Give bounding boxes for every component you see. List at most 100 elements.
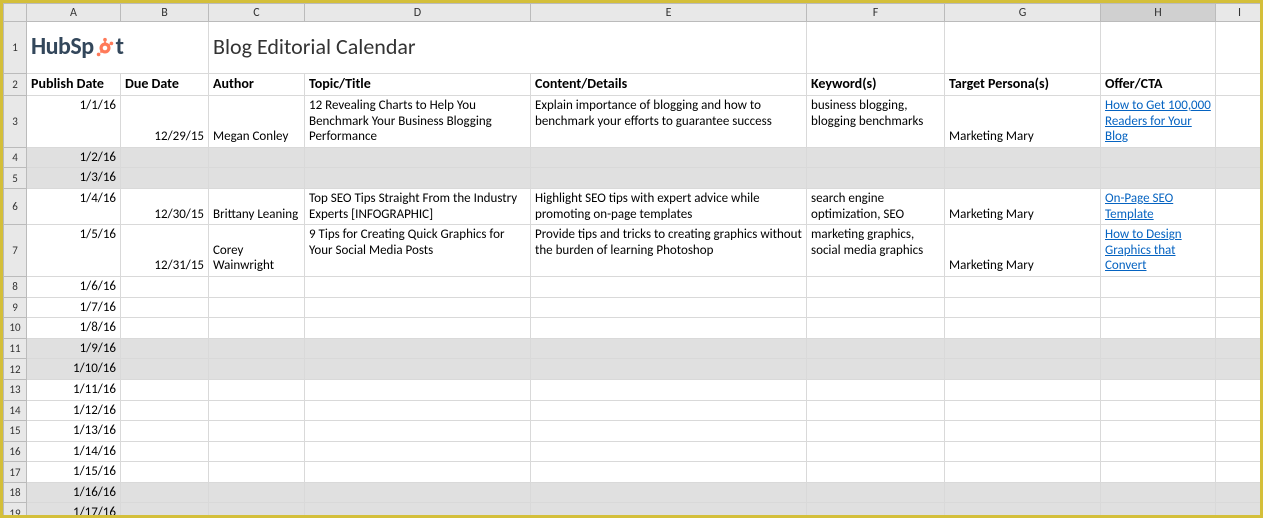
cell-g9[interactable] (945, 297, 1101, 318)
cell-f13[interactable] (807, 379, 945, 400)
cell-e7[interactable]: Provide tips and tricks to creating grap… (531, 225, 807, 277)
cell-f16[interactable] (807, 441, 945, 462)
header-due-date[interactable]: Due Date (121, 74, 209, 96)
col-header-i[interactable]: I (1216, 4, 1263, 22)
cell-h13[interactable] (1101, 379, 1216, 400)
row-header-9[interactable]: 9 (4, 297, 27, 318)
header-content[interactable]: Content/Details (531, 74, 807, 96)
header-topic[interactable]: Topic/Title (305, 74, 531, 96)
cell-f5[interactable] (807, 168, 945, 189)
col-header-a[interactable]: A (27, 4, 121, 22)
cell-c3[interactable]: Megan Conley (209, 96, 305, 148)
cell-i12[interactable] (1216, 359, 1263, 380)
cell-d11[interactable] (305, 338, 531, 359)
cell-h6[interactable]: On-Page SEO Template (1101, 188, 1216, 224)
cell-i18[interactable] (1216, 482, 1263, 503)
cell-i15[interactable] (1216, 421, 1263, 442)
cell-d10[interactable] (305, 318, 531, 339)
cell-g4[interactable] (945, 147, 1101, 168)
cell-c16[interactable] (209, 441, 305, 462)
row-header-1[interactable]: 1 (4, 22, 27, 74)
cell-b5[interactable] (121, 168, 209, 189)
cell-g16[interactable] (945, 441, 1101, 462)
row-header-14[interactable]: 14 (4, 400, 27, 421)
cell-g7[interactable]: Marketing Mary (945, 225, 1101, 277)
row-header-8[interactable]: 8 (4, 276, 27, 297)
cell-f15[interactable] (807, 421, 945, 442)
cell-h14[interactable] (1101, 400, 1216, 421)
cell-h17[interactable] (1101, 462, 1216, 483)
cell-d16[interactable] (305, 441, 531, 462)
cell-f3[interactable]: business blogging, blogging benchmarks (807, 96, 945, 148)
cell-a8[interactable]: 1/6/16 (27, 276, 121, 297)
cell-e10[interactable] (531, 318, 807, 339)
cell-h3[interactable]: How to Get 100,000 Readers for Your Blog (1101, 96, 1216, 148)
cell-h16[interactable] (1101, 441, 1216, 462)
col-header-f[interactable]: F (807, 4, 945, 22)
cell-a15[interactable]: 1/13/16 (27, 421, 121, 442)
cell-c17[interactable] (209, 462, 305, 483)
cell-c9[interactable] (209, 297, 305, 318)
cell-d13[interactable] (305, 379, 531, 400)
cell-a12[interactable]: 1/10/16 (27, 359, 121, 380)
cell-f10[interactable] (807, 318, 945, 339)
cell-d12[interactable] (305, 359, 531, 380)
row-header-16[interactable]: 16 (4, 441, 27, 462)
cell-h11[interactable] (1101, 338, 1216, 359)
cell-a3[interactable]: 1/1/16 (27, 96, 121, 148)
cell-i2[interactable] (1216, 74, 1263, 96)
cell-b9[interactable] (121, 297, 209, 318)
cell-d18[interactable] (305, 482, 531, 503)
cell-e19[interactable] (531, 503, 807, 518)
cell-c18[interactable] (209, 482, 305, 503)
cell-c8[interactable] (209, 276, 305, 297)
cell-d15[interactable] (305, 421, 531, 442)
cell-f19[interactable] (807, 503, 945, 518)
header-keywords[interactable]: Keyword(s) (807, 74, 945, 96)
cell-g13[interactable] (945, 379, 1101, 400)
cell-b15[interactable] (121, 421, 209, 442)
cell-f6[interactable]: search engine optimization, SEO (807, 188, 945, 224)
row-header-13[interactable]: 13 (4, 379, 27, 400)
cell-h19[interactable] (1101, 503, 1216, 518)
cell-c11[interactable] (209, 338, 305, 359)
cell-e13[interactable] (531, 379, 807, 400)
cell-b7[interactable]: 12/31/15 (121, 225, 209, 277)
cell-f18[interactable] (807, 482, 945, 503)
cell-c6[interactable]: Brittany Leaning (209, 188, 305, 224)
cell-a6[interactable]: 1/4/16 (27, 188, 121, 224)
cell-f9[interactable] (807, 297, 945, 318)
cell-e12[interactable] (531, 359, 807, 380)
cell-b18[interactable] (121, 482, 209, 503)
cell-b16[interactable] (121, 441, 209, 462)
cell-i8[interactable] (1216, 276, 1263, 297)
cell-i17[interactable] (1216, 462, 1263, 483)
cell-a11[interactable]: 1/9/16 (27, 338, 121, 359)
cell-d4[interactable] (305, 147, 531, 168)
offer-link[interactable]: How to Get 100,000 Readers for Your Blog (1105, 98, 1211, 144)
col-header-g[interactable]: G (945, 4, 1101, 22)
cell-c13[interactable] (209, 379, 305, 400)
col-header-b[interactable]: B (121, 4, 209, 22)
cell-e4[interactable] (531, 147, 807, 168)
cell-i3[interactable] (1216, 96, 1263, 148)
cell-g14[interactable] (945, 400, 1101, 421)
cell-a16[interactable]: 1/14/16 (27, 441, 121, 462)
cell-g11[interactable] (945, 338, 1101, 359)
cell-e3[interactable]: Explain importance of blogging and how t… (531, 96, 807, 148)
cell-h7[interactable]: How to Design Graphics that Convert (1101, 225, 1216, 277)
cell-a17[interactable]: 1/15/16 (27, 462, 121, 483)
cell-i16[interactable] (1216, 441, 1263, 462)
col-header-h[interactable]: H (1101, 4, 1216, 22)
cell-i11[interactable] (1216, 338, 1263, 359)
cell-d14[interactable] (305, 400, 531, 421)
col-header-e[interactable]: E (531, 4, 807, 22)
cell-f11[interactable] (807, 338, 945, 359)
cell-c4[interactable] (209, 147, 305, 168)
cell-g8[interactable] (945, 276, 1101, 297)
cell-b12[interactable] (121, 359, 209, 380)
row-header-18[interactable]: 18 (4, 482, 27, 503)
cell-h10[interactable] (1101, 318, 1216, 339)
logo-cell[interactable]: HubSpt (27, 22, 209, 74)
cell-e18[interactable] (531, 482, 807, 503)
